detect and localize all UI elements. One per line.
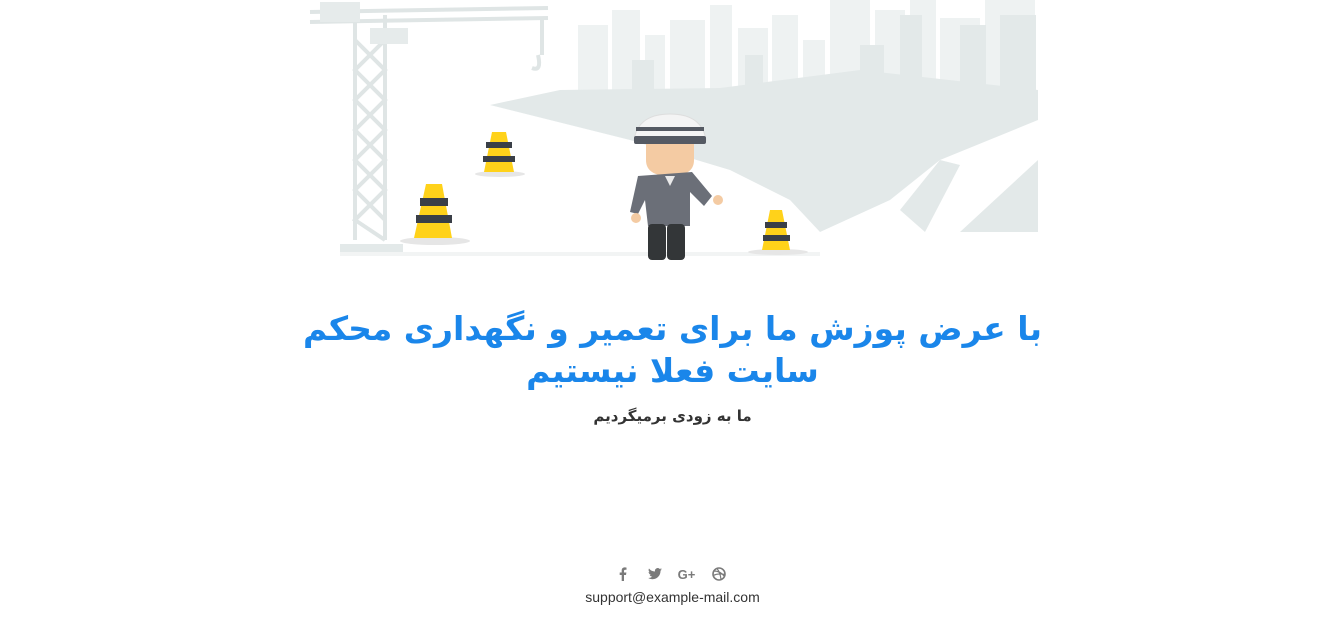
page-title: با عرض پوزش ما برای تعمیر و نگهداری محکم…	[303, 309, 1042, 390]
page-subtitle: ما به زودی برمیگردیم	[593, 407, 752, 425]
facebook-icon[interactable]	[614, 565, 632, 583]
support-email[interactable]: support@example-mail.com	[480, 588, 865, 606]
traffic-cone-icon	[475, 132, 525, 177]
twitter-icon[interactable]	[646, 565, 664, 583]
google-plus-icon[interactable]: G+	[678, 565, 696, 583]
traffic-cone-icon	[400, 184, 470, 245]
traffic-cone-icon	[748, 210, 808, 255]
social-links: G+	[560, 564, 781, 584]
hero-illustration	[300, 0, 1045, 270]
dribbble-icon[interactable]	[710, 565, 728, 583]
